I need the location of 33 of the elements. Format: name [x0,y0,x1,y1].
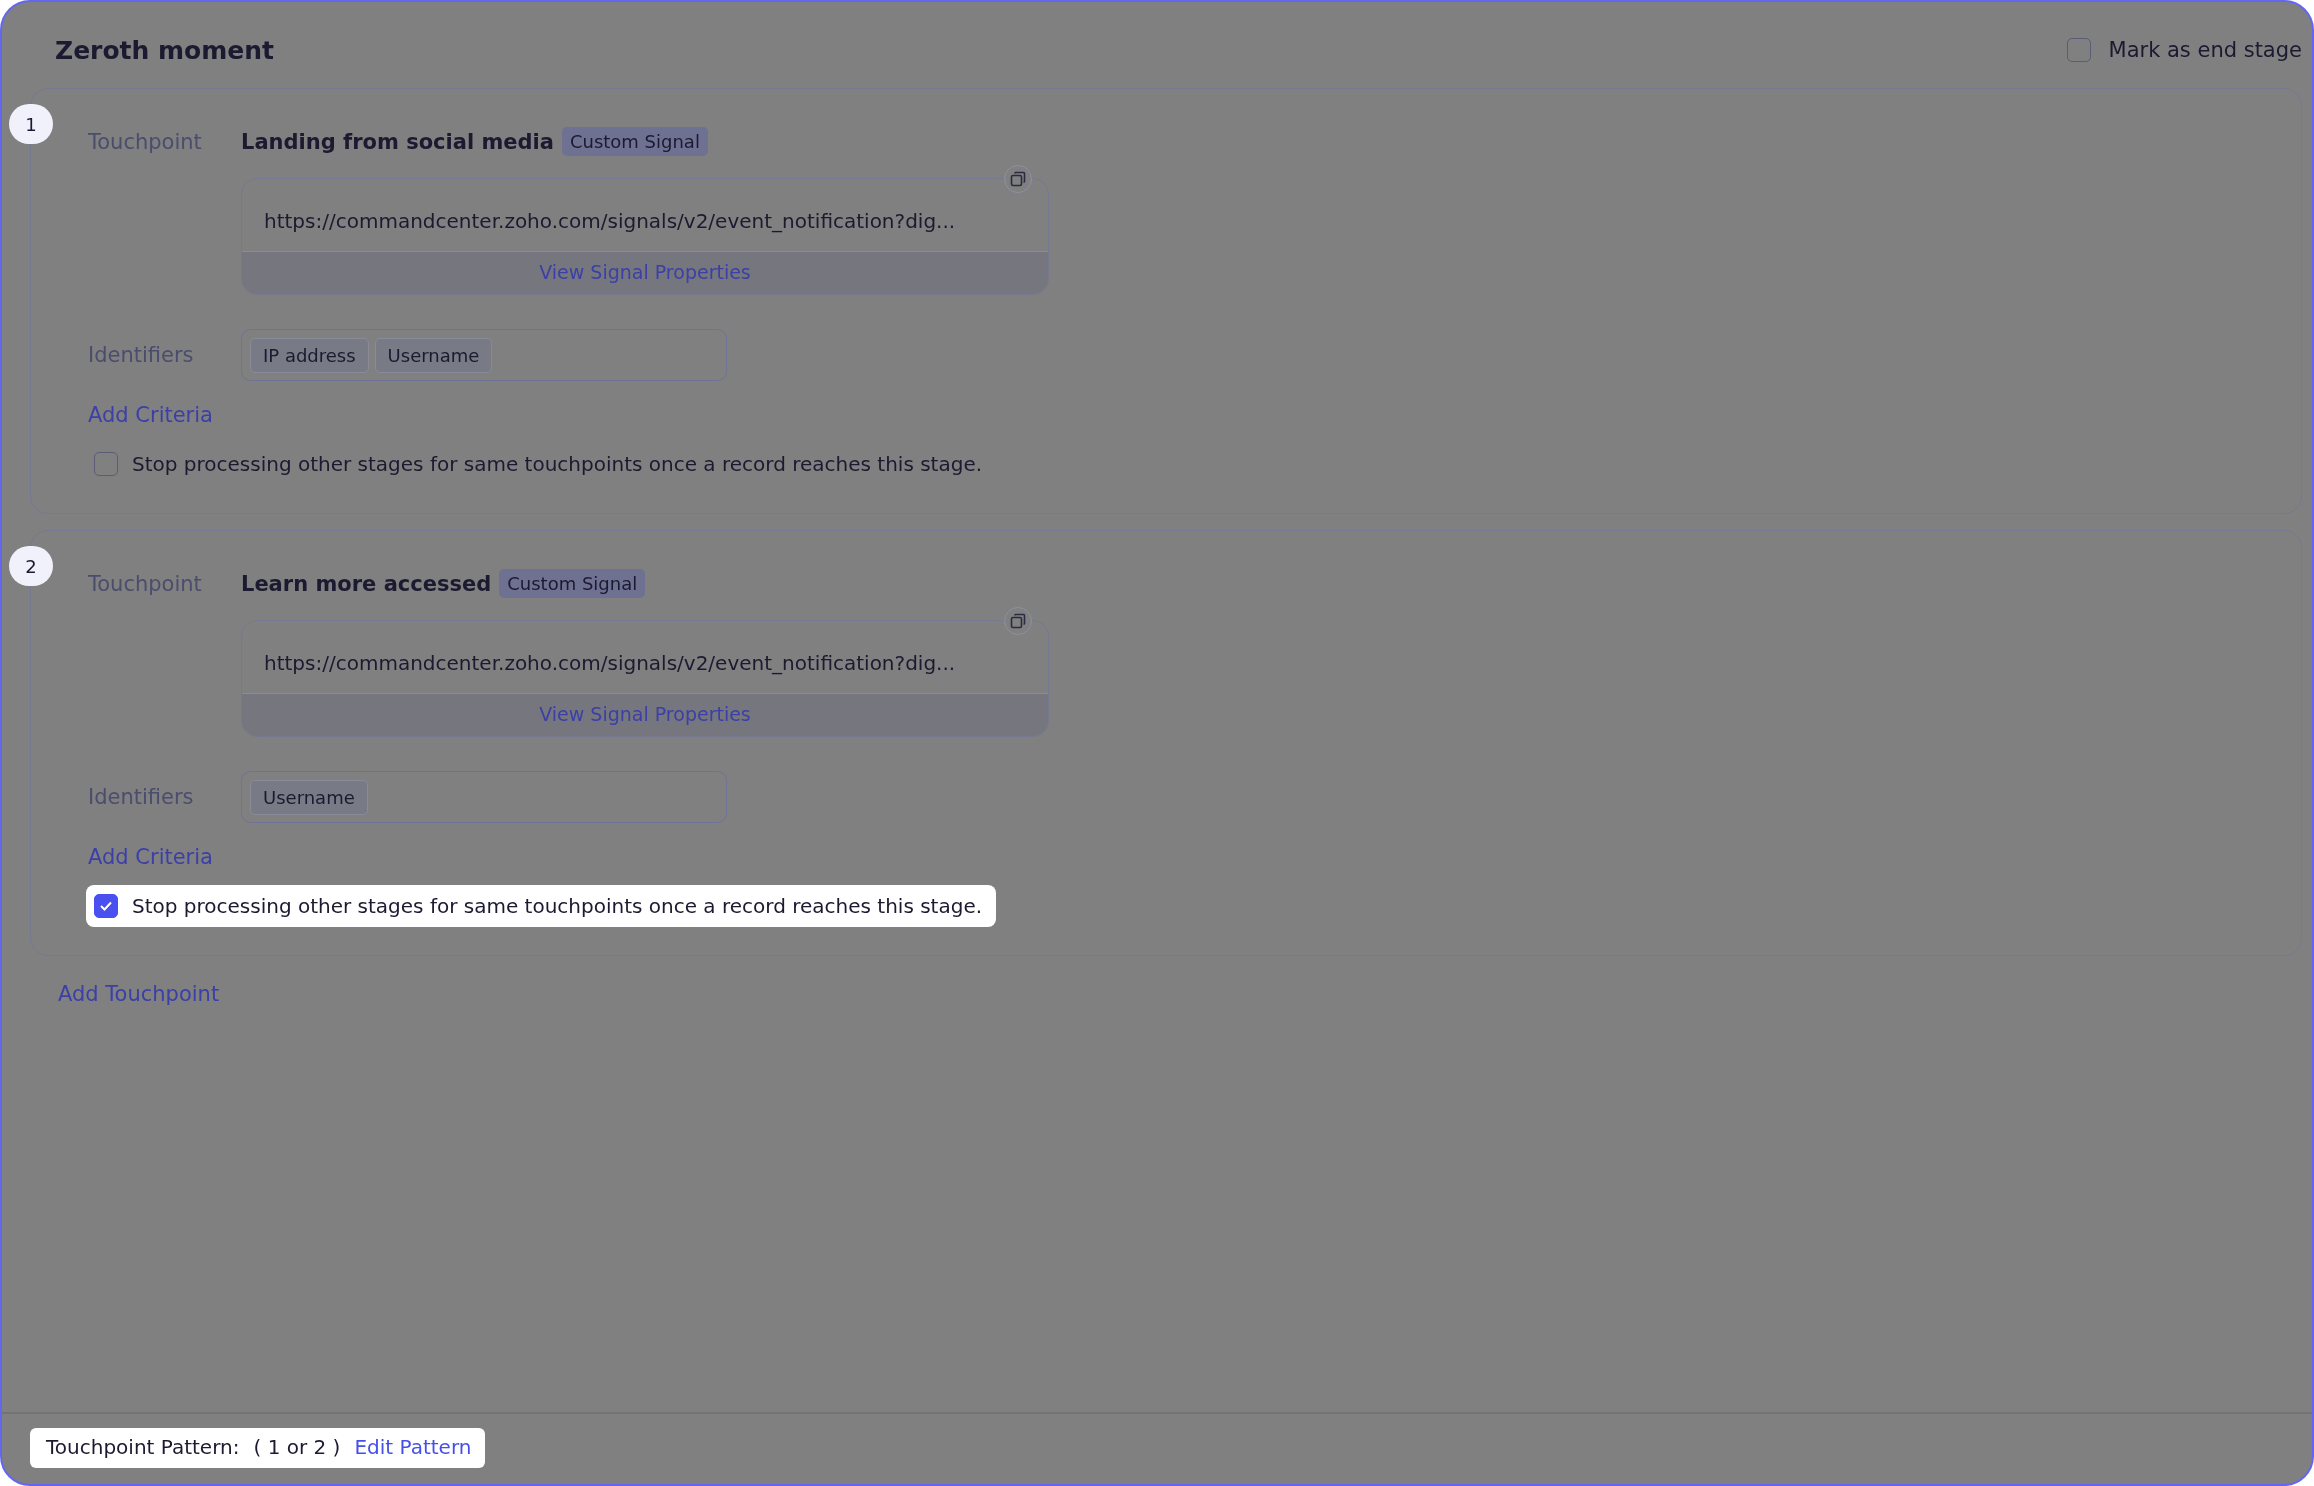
checkbox[interactable] [2066,38,2091,62]
copy-button[interactable] [1004,607,1032,635]
pattern-label: Touchpoint Pattern: [46,1435,240,1459]
view-properties-link[interactable]: View Signal Properties [242,251,1048,294]
touchpoint-name: Landing from social media [241,129,554,154]
copy-icon [1010,171,1026,187]
signal-tag: Custom Signal [499,569,646,598]
view-properties-link[interactable]: View Signal Properties [242,693,1048,736]
checkbox-label: Stop processing other stages for same touchpoints once a record reaches this stage. [132,894,983,918]
signal-tag: Custom Signal [561,127,708,156]
signal-url: https://commandcenter.zoho.com/signals/v2/event_notification?dig... [263,650,957,677]
edit-pattern-link[interactable]: Edit Pattern [354,1435,472,1459]
signal-url: https://commandcenter.zoho.com/signals/v2/event_notification?dig... [263,208,957,235]
checkbox-label: Mark as end stage [2108,38,2302,62]
checkbox-label: Stop processing other stages for same touchpoints once a record reaches this stage. [132,452,983,476]
step-number: 2 [9,546,53,586]
pattern-value: ( 1 or 2 ) [253,1435,341,1459]
copy-icon [1010,613,1026,629]
step-number: 1 [9,104,53,144]
identifiers-field[interactable]: IP address Username [241,329,727,381]
identifier-chip: IP address [250,337,369,373]
checkbox[interactable] [94,894,118,918]
identifier-chip: Username [374,337,493,373]
add-criteria-link[interactable]: Add Criteria [88,845,213,869]
stage-title: Zeroth moment [55,35,275,65]
copy-button[interactable] [1004,165,1032,193]
add-touchpoint-link[interactable]: Add Touchpoint [58,982,220,1006]
add-criteria-link[interactable]: Add Criteria [88,403,213,427]
checkbox[interactable] [94,452,118,476]
check-icon [99,900,113,912]
touchpoint-name: Learn more accessed [241,571,492,596]
identifiers-field[interactable]: Username [241,771,727,823]
identifier-chip: Username [250,779,368,815]
